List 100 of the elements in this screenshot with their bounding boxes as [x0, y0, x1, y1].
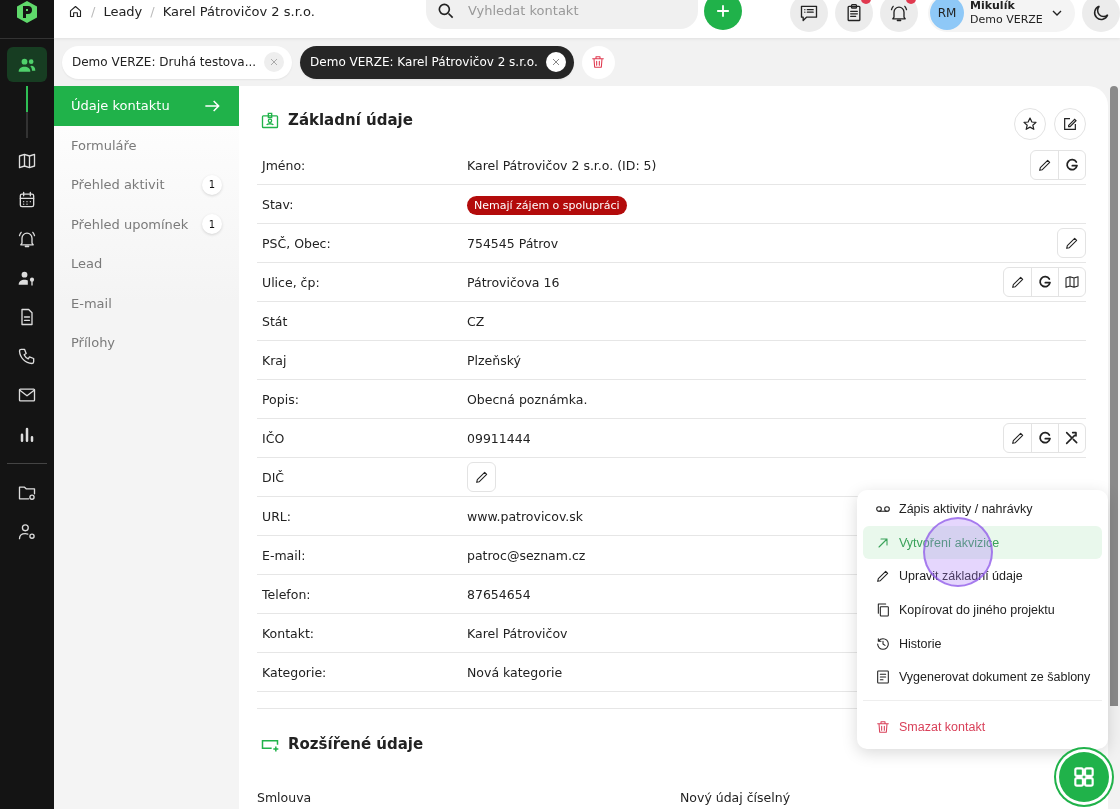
field-label: PSČ, Obec:: [262, 235, 332, 251]
count-badge: 1: [202, 174, 222, 195]
field-label: URL:: [262, 508, 292, 524]
id-card-icon: [260, 110, 280, 130]
field-value: CZ: [467, 313, 485, 329]
field-label: Telefon:: [262, 586, 312, 602]
menu-item[interactable]: Zápis aktivity / nahrávky: [863, 492, 1102, 526]
section-nav-item[interactable]: Přílohy: [54, 323, 239, 363]
edit-icon: [1062, 116, 1078, 132]
pencil-icon: [1036, 157, 1053, 173]
arrow-mark-icon: [1064, 430, 1080, 446]
pencil-icon: [1009, 430, 1026, 446]
g-icon: [1064, 157, 1080, 173]
field-label: Kategorie:: [262, 664, 328, 680]
section-nav-item[interactable]: Přehled aktivit 1: [54, 165, 239, 205]
field-label: IČO: [262, 430, 286, 446]
field-label: Ulice, čp:: [262, 274, 321, 290]
logo-icon[interactable]: [15, 0, 39, 24]
map-icon: [17, 151, 37, 171]
map-icon: [1064, 274, 1080, 290]
pencil-icon: [1009, 274, 1026, 290]
field-label: DIČ: [262, 469, 286, 485]
field-label: Jméno:: [262, 157, 307, 173]
field-value: patroc@seznam.cz: [467, 547, 586, 563]
section-title: Rozšířené údaje: [288, 735, 424, 753]
field-value: Plzeňský: [467, 352, 521, 368]
section-nav-label: Lead: [71, 256, 103, 272]
theme-toggle-button[interactable]: [1081, 0, 1120, 32]
contact-tab[interactable]: Demo VERZE: Karel Pátrovičov 2 s.r.o.: [300, 45, 574, 79]
section-nav-label: Formuláře: [71, 137, 137, 153]
tab-label: Demo VERZE: Karel Pátrovičov 2 s.r.o.: [310, 55, 538, 69]
section-title: Základní údaje: [288, 111, 413, 129]
pencil-icon: [1063, 235, 1080, 251]
field-value: 754545 Pátrov: [467, 235, 559, 251]
rail-nav-button[interactable]: [7, 47, 47, 82]
close-all-tabs-button[interactable]: [581, 45, 615, 79]
chat-icon: [799, 3, 819, 23]
breadcrumb-separator: /: [91, 3, 96, 19]
user-role: Demo VERZE: [970, 13, 1043, 27]
toolbar-button[interactable]: [835, 0, 873, 32]
copy-icon: [875, 601, 891, 618]
field-label: Nový údaj číselný: [680, 790, 792, 805]
close-tab-button[interactable]: [545, 52, 566, 72]
grid-icon: [1071, 764, 1097, 790]
menu-item[interactable]: Smazat kontakt: [863, 710, 1102, 744]
bell-icon: [17, 229, 37, 249]
user-name: Mikulík: [970, 0, 1016, 13]
section-nav-label: Přehled upomínek: [71, 216, 189, 232]
field-value: www.patrovicov.sk: [467, 508, 584, 524]
field-label: Kontakt:: [262, 625, 316, 641]
section-nav-item[interactable]: Přehled upomínek 1: [54, 204, 239, 244]
calendar-icon: [17, 190, 37, 210]
count-badge: 1: [202, 214, 222, 235]
field-label: Stát: [262, 313, 289, 329]
field-value: Karel Pátrovičov 2 s.r.o. (ID: 5): [467, 157, 657, 173]
search-input[interactable]: Vyhledat kontakt: [466, 2, 670, 19]
breadcrumb-link[interactable]: Karel Pátrovičov 2 s.r.o.: [162, 3, 315, 19]
search-field[interactable]: Vyhledat kontakt: [426, 0, 698, 29]
bell-icon: [889, 3, 909, 23]
tab-label: Demo VERZE: Druhá testova...: [72, 55, 257, 69]
g-icon: [1037, 274, 1053, 290]
field-value: 09911444: [467, 430, 531, 446]
field-value: Obecná poznámka.: [467, 391, 588, 407]
user-menu[interactable]: RM Mikulík Demo VERZE: [928, 0, 1075, 32]
trash-icon: [590, 54, 607, 70]
field-value: 87654654: [467, 586, 531, 602]
section-nav-label: Přílohy: [71, 335, 116, 351]
toolbar-button[interactable]: [880, 0, 918, 32]
menu-item[interactable]: Kopírovat do jiného projektu: [863, 593, 1102, 627]
field-label: Smlouva: [257, 790, 313, 805]
phone-icon: [17, 346, 37, 366]
user-avatar: RM: [930, 0, 964, 30]
status-badge: Nemají zájem o spolupráci: [467, 195, 627, 215]
section-nav-label: Přehled aktivit: [71, 177, 165, 193]
breadcrumb-link[interactable]: Leady: [103, 3, 143, 19]
field-label: Kraj: [262, 352, 288, 368]
section-nav-label: Údaje kontaktu: [71, 98, 170, 114]
field-label: Popis:: [262, 391, 300, 407]
history-icon: [875, 635, 891, 652]
menu-item[interactable]: Historie: [863, 626, 1102, 661]
section-nav-label: E-mail: [71, 295, 112, 311]
field-value: Karel Pátrovičov: [467, 625, 568, 641]
home-icon[interactable]: [68, 3, 83, 19]
add-button[interactable]: [704, 0, 742, 30]
toolbar-button[interactable]: [790, 0, 828, 32]
g-icon: [1037, 430, 1053, 446]
menu-item[interactable]: Vygenerovat dokument ze šablony: [863, 660, 1102, 695]
section-nav-item[interactable]: Lead: [54, 244, 239, 284]
section-nav-item[interactable]: E-mail: [54, 283, 239, 323]
breadcrumb-separator: /: [150, 3, 155, 19]
trash-icon: [875, 718, 891, 735]
contact-tab[interactable]: Demo VERZE: Druhá testova...: [62, 45, 293, 79]
template-icon: [875, 669, 891, 686]
field-value: Pátrovičova 16: [467, 274, 560, 290]
user-gear-icon: [17, 522, 37, 542]
section-nav-item[interactable]: Formuláře: [54, 125, 239, 165]
field-value: Nová kategorie: [467, 664, 563, 680]
field-label: Stav:: [262, 196, 295, 212]
field-label: E-mail:: [262, 547, 307, 563]
pencil-icon: [875, 568, 891, 585]
